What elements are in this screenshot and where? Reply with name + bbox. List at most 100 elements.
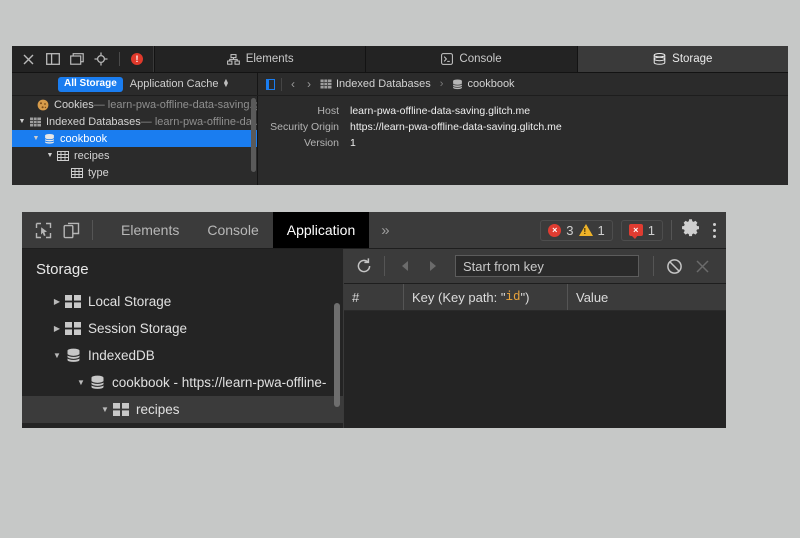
object-store-table-body[interactable] <box>344 311 726 428</box>
application-cache-selector[interactable]: Application Cache ▲▼ <box>130 78 230 90</box>
table-icon <box>112 403 130 416</box>
detail-value: learn-pwa-offline-data-saving.glitch.me <box>350 105 530 117</box>
tree-item-recipes[interactable]: ▼ recipes <box>12 147 257 164</box>
tab-application[interactable]: Application <box>273 212 370 248</box>
chrome-devtools-toolbar: Elements Console Application » × 3 1 × 1 <box>22 212 726 249</box>
safari-breadcrumb-bar: ‹ › Indexed Databases › cookbook <box>258 73 788 95</box>
breadcrumb-cookbook[interactable]: cookbook <box>452 78 514 90</box>
table-icon <box>56 151 70 161</box>
toolbar-divider <box>384 256 385 276</box>
storage-filter-bar: All Storage Application Cache ▲▼ <box>12 73 258 95</box>
chrome-content-area: Storage ▶ Local Storage ▶ Session Storag… <box>22 249 726 428</box>
sidebar-item-label: IndexedDB <box>88 348 155 363</box>
safari-toolbar: ! Elements Console Storage <box>12 46 788 73</box>
dock-left-icon[interactable] <box>45 52 60 67</box>
twisty-open-icon[interactable]: ▼ <box>16 118 28 125</box>
breadcrumb-label: Indexed Databases <box>336 78 431 90</box>
next-page-icon[interactable] <box>421 254 445 278</box>
elements-icon <box>227 54 240 65</box>
database-grid-icon <box>28 117 42 127</box>
storage-icon <box>653 53 666 65</box>
sidebar-item-label: cookbook - https://learn-pwa-offline- <box>112 375 326 390</box>
twisty-open-icon[interactable]: ▼ <box>50 351 64 360</box>
tree-item-label: type <box>88 167 109 179</box>
sidebar-scrollbar[interactable] <box>334 303 340 407</box>
object-store-pane: Start from key # Key (Key path: "id") Va… <box>344 249 726 428</box>
message-badge-group[interactable]: × 1 <box>621 220 663 241</box>
tab-storage[interactable]: Storage <box>577 46 788 72</box>
tree-item-type[interactable]: type <box>12 164 257 181</box>
tree-item-indexed-databases[interactable]: ▼ Indexed Databases — learn-pwa-offline-… <box>12 113 257 130</box>
more-tabs-icon[interactable]: » <box>369 222 401 239</box>
sidebar-scrollbar[interactable] <box>251 98 256 172</box>
table-icon <box>70 168 84 178</box>
warning-count: 1 <box>598 223 605 238</box>
breadcrumb-indexed-databases[interactable]: Indexed Databases <box>320 78 431 90</box>
tree-item-cookies[interactable]: Cookies — learn-pwa-offline-data-saving.… <box>12 96 257 113</box>
start-from-key-input[interactable]: Start from key <box>455 255 639 277</box>
error-badge-icon[interactable]: ! <box>131 53 143 65</box>
twisty-open-icon[interactable]: ▼ <box>98 405 112 414</box>
device-toolbar-icon[interactable] <box>62 221 80 239</box>
sidebar-item-indexeddb[interactable]: ▼ IndexedDB <box>22 342 343 369</box>
sidebar-item-session-storage[interactable]: ▶ Session Storage <box>22 315 343 342</box>
refresh-icon[interactable] <box>352 254 376 278</box>
inspect-element-crosshair-icon[interactable] <box>93 52 108 67</box>
twisty-closed-icon[interactable]: ▶ <box>50 324 64 333</box>
detail-value: https://learn-pwa-offline-data-saving.gl… <box>350 121 562 133</box>
dock-undock-icon[interactable] <box>69 52 84 67</box>
column-header-key[interactable]: Key (Key path: "id") <box>404 284 568 310</box>
kebab-menu-icon[interactable] <box>709 223 726 238</box>
safari-web-inspector-window: ! Elements Console Storage All Storage A… <box>12 46 788 185</box>
twisty-closed-icon[interactable]: ▶ <box>50 297 64 306</box>
tab-console-label: Console <box>459 53 501 65</box>
sidebar-item-local-storage[interactable]: ▶ Local Storage <box>22 288 343 315</box>
inspect-cursor-icon[interactable] <box>34 221 52 239</box>
column-header-index[interactable]: # <box>344 284 404 310</box>
application-storage-sidebar: Storage ▶ Local Storage ▶ Session Storag… <box>22 249 344 428</box>
safari-storage-tree: Cookies — learn-pwa-offline-data-saving.… <box>12 96 258 185</box>
tab-console[interactable]: Console <box>193 212 272 248</box>
detail-row-host: Host learn-pwa-offline-data-saving.glitc… <box>258 105 788 117</box>
error-icon: × <box>548 224 561 237</box>
sidebar-item-cookbook-database[interactable]: ▼ cookbook - https://learn-pwa-offline- <box>22 369 343 396</box>
all-storage-pill[interactable]: All Storage <box>58 77 123 92</box>
delete-selected-icon[interactable] <box>690 254 714 278</box>
cookie-icon <box>36 99 50 111</box>
sidebar-item-label: recipes <box>136 402 180 417</box>
back-icon[interactable]: ‹ <box>288 77 298 91</box>
table-icon <box>64 295 82 308</box>
close-icon[interactable] <box>21 52 36 67</box>
forward-icon[interactable]: › <box>304 77 314 91</box>
breadcrumb-separator: › <box>440 78 444 90</box>
sidebar-item-type-index[interactable]: type <box>22 423 343 428</box>
tree-item-suffix: — learn-pwa-offline-dat… <box>141 116 258 128</box>
object-store-table-header: # Key (Key path: "id") Value <box>344 284 726 311</box>
twisty-open-icon[interactable]: ▼ <box>30 135 42 142</box>
tab-elements[interactable]: Elements <box>107 212 193 248</box>
column-header-value[interactable]: Value <box>568 284 726 310</box>
tab-storage-label: Storage <box>672 53 712 65</box>
sidebar-item-recipes[interactable]: ▼ recipes <box>22 396 343 423</box>
key-path-value: id <box>506 290 521 304</box>
twisty-open-icon[interactable]: ▼ <box>74 378 88 387</box>
safari-content-area: Cookies — learn-pwa-offline-data-saving.… <box>12 96 788 185</box>
detail-label: Host <box>258 105 350 117</box>
toggle-sidebar-icon[interactable] <box>266 79 275 90</box>
clear-object-store-icon[interactable] <box>662 254 686 278</box>
breadcrumb-label: cookbook <box>467 78 514 90</box>
safari-secondary-toolbar: All Storage Application Cache ▲▼ ‹ › Ind… <box>12 73 788 96</box>
database-icon <box>64 348 82 363</box>
tab-elements[interactable]: Elements <box>154 46 365 72</box>
detail-label: Version <box>258 137 350 149</box>
safari-tab-strip: Elements Console Storage <box>154 46 788 72</box>
column-header-key-suffix: ") <box>521 290 530 305</box>
tree-item-cookbook[interactable]: ▼ cookbook <box>12 130 257 147</box>
twisty-open-icon[interactable]: ▼ <box>44 152 56 159</box>
toolbar-divider <box>119 52 120 66</box>
tab-console[interactable]: Console <box>365 46 576 72</box>
issues-badge-group[interactable]: × 3 1 <box>540 220 612 241</box>
previous-page-icon[interactable] <box>393 254 417 278</box>
column-header-key-prefix: Key (Key path: " <box>412 290 506 305</box>
gear-icon[interactable] <box>672 218 709 242</box>
